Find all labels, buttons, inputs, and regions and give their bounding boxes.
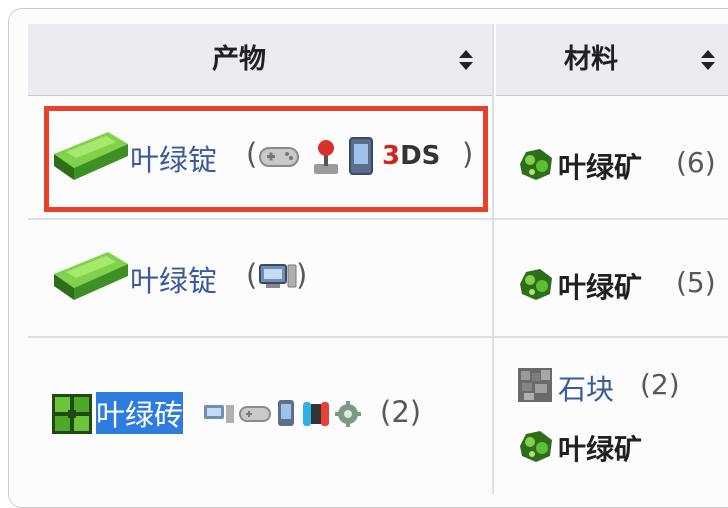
paren-open: ( <box>246 258 258 292</box>
material-link[interactable]: 石块 <box>558 368 614 408</box>
chlorophyte-brick-icon <box>52 394 92 434</box>
column-header-label: 材料 <box>564 44 618 75</box>
sort-icon[interactable] <box>458 49 474 71</box>
paren-close: ) <box>296 258 308 292</box>
material-count: (2) <box>640 368 680 401</box>
material-count: (6) <box>676 146 716 179</box>
chlorophyte-ore-icon <box>520 431 552 462</box>
row-divider <box>28 336 728 338</box>
gear-icon <box>335 401 361 427</box>
product-link-selected[interactable]: 叶绿砖 <box>96 392 184 434</box>
chlorophyte-ore-icon <box>520 269 552 300</box>
chlorophyte-ore-icon <box>520 149 552 180</box>
material-count: (5) <box>676 266 716 299</box>
material-link[interactable]: 叶绿矿 <box>558 266 642 306</box>
console-controller-icon <box>239 406 271 422</box>
mobile-phone-icon <box>278 400 294 426</box>
nintendo-switch-icon <box>303 402 329 426</box>
material-link[interactable]: 叶绿矿 <box>558 428 642 468</box>
desktop-pc-icon <box>259 264 297 288</box>
stone-block-icon <box>518 368 552 402</box>
desktop-pc-icon <box>204 405 234 423</box>
material-link[interactable]: 叶绿矿 <box>558 146 642 186</box>
column-header-product[interactable]: 产物 <box>28 24 492 96</box>
row-divider <box>28 218 728 220</box>
product-link[interactable]: 叶绿锭 <box>130 258 217 300</box>
chlorophyte-bar-icon <box>54 252 128 300</box>
product-count: (2) <box>380 395 422 429</box>
column-header-label: 产物 <box>212 44 266 75</box>
column-header-materials[interactable]: 材料 <box>496 24 728 96</box>
highlight-box <box>44 106 488 212</box>
column-divider <box>492 24 494 494</box>
sort-icon[interactable] <box>700 49 716 71</box>
